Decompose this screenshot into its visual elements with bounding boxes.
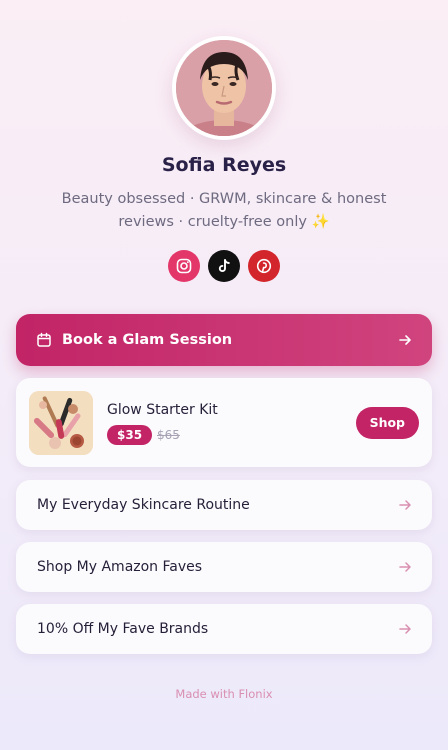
original-price: $65 xyxy=(157,428,180,442)
bio-line: reviews · cruelty-free only ✨ xyxy=(118,214,330,230)
profile-name: Sofia Reyes xyxy=(161,154,287,176)
social-links xyxy=(0,250,448,282)
link-label: My Everyday Skincare Routine xyxy=(37,497,250,513)
tiktok-link[interactable] xyxy=(208,250,240,282)
link-fave-brands-discount[interactable]: 10% Off My Fave Brands xyxy=(16,604,432,654)
profile-bio: Beauty obsessed · GRWM, skincare & hones… xyxy=(60,188,388,234)
link-skincare-routine[interactable]: My Everyday Skincare Routine xyxy=(16,480,432,530)
link-in-bio-page: Sofia Reyes Beauty obsessed · GRWM, skin… xyxy=(0,0,448,750)
cta-label: Book a Glam Session xyxy=(62,332,233,348)
calendar-icon xyxy=(36,332,52,348)
arrow-right-icon xyxy=(398,560,412,574)
product-image xyxy=(29,391,93,455)
link-label: Shop My Amazon Faves xyxy=(37,559,203,575)
arrow-right-icon xyxy=(398,498,412,512)
pinterest-link[interactable] xyxy=(248,250,280,282)
footer-credit[interactable]: Made with Flonix xyxy=(0,687,448,701)
book-glam-session-button[interactable]: Book a Glam Session xyxy=(16,314,432,366)
arrow-right-icon xyxy=(398,333,412,347)
instagram-icon xyxy=(176,258,192,274)
product-title: Glow Starter Kit xyxy=(107,402,218,418)
avatar xyxy=(172,36,276,140)
avatar-photo xyxy=(176,40,272,136)
instagram-link[interactable] xyxy=(168,250,200,282)
shop-button[interactable]: Shop xyxy=(355,407,419,439)
link-amazon-faves[interactable]: Shop My Amazon Faves xyxy=(16,542,432,592)
pinterest-icon xyxy=(256,258,272,274)
price-badge: $35 xyxy=(107,425,153,445)
link-label: 10% Off My Fave Brands xyxy=(37,621,209,637)
arrow-right-icon xyxy=(398,622,412,636)
bio-line: Beauty obsessed · GRWM, skincare & hones… xyxy=(61,191,387,207)
tiktok-icon xyxy=(218,259,230,273)
product-card[interactable]: Glow Starter Kit $35 $65 Shop xyxy=(16,378,432,467)
